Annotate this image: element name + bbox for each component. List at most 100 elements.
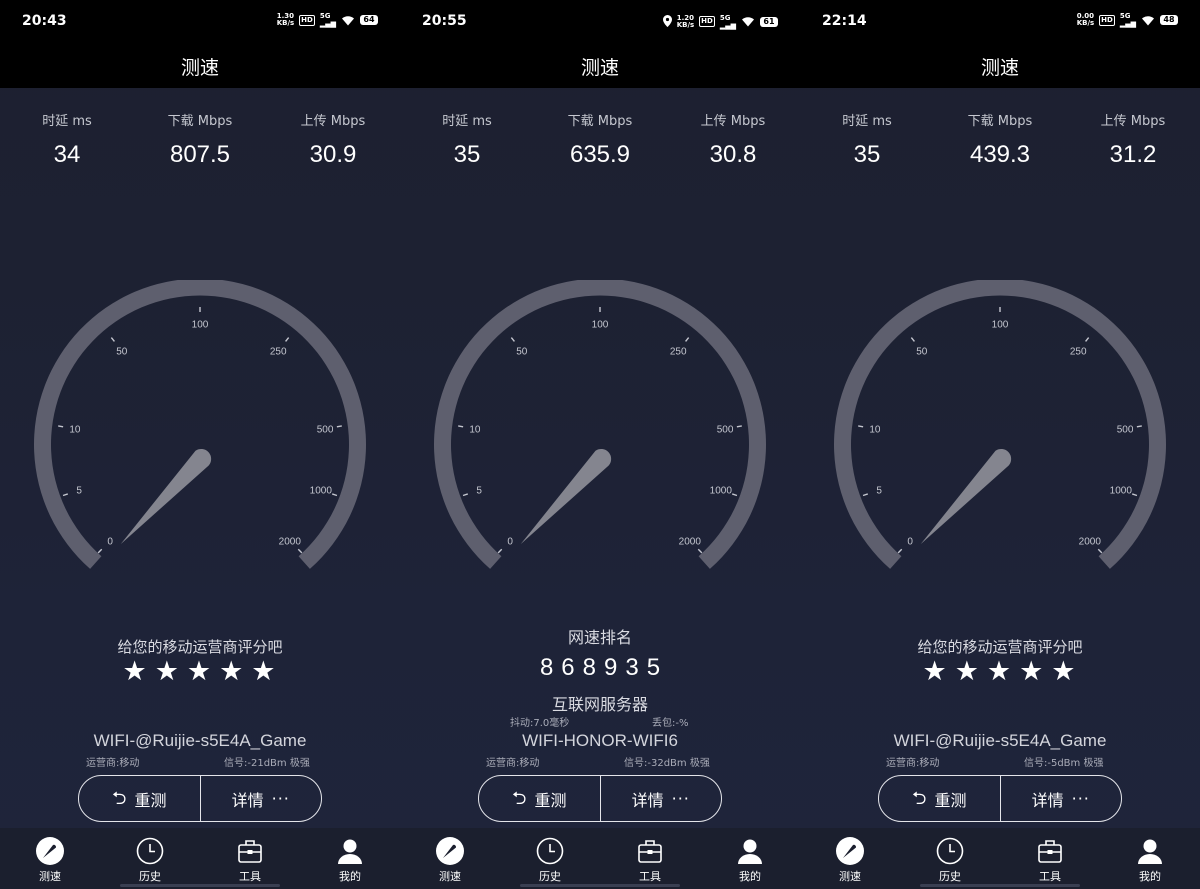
upload-metric: 上传 Mbps 30.8 — [666, 110, 800, 169]
retest-label: 重测 — [934, 790, 967, 810]
title-bar: 测速 — [400, 44, 800, 88]
gauge-tick-label: 500 — [317, 424, 334, 435]
nav-item-tools[interactable]: 工具 — [1000, 828, 1100, 889]
nav-label-history: 历史 — [539, 870, 561, 883]
5g-signal-icon: 5G ▂▄▆ — [1119, 12, 1136, 28]
details-button[interactable]: 详情 ··· — [199, 776, 322, 821]
download-metric: 下载 Mbps 439.3 — [933, 110, 1067, 169]
page-title: 测速 — [180, 57, 219, 79]
nav-label-speedtest: 测速 — [39, 870, 61, 883]
gauge-tick-label: 250 — [670, 346, 687, 357]
speedometer-icon — [36, 837, 64, 865]
gauge-tick-label: 10 — [469, 424, 481, 435]
gauge-tick — [685, 337, 690, 342]
star-rating[interactable]: ★★★★★ — [0, 656, 400, 687]
gauge-tick-label: 500 — [717, 424, 734, 435]
latency-label: 时延 ms — [42, 114, 92, 129]
gauge-tick-label: 2000 — [279, 536, 302, 547]
nav-item-speedtest[interactable]: 测速 — [0, 828, 100, 889]
5g-signal-icon: 5G ▂▄▆ — [719, 13, 736, 30]
gauge-tick-label: 10 — [869, 424, 881, 435]
nav-label-me: 我的 — [339, 870, 361, 883]
wifi-name: WIFI-@Ruijie-s5E4A_Game — [893, 731, 1107, 750]
latency-metric: 时延 ms 35 — [800, 110, 934, 169]
star-rating[interactable]: ★★★★★ — [800, 656, 1200, 687]
action-buttons: ⮌ 重测 详情 ··· — [478, 775, 722, 822]
gauge-tick — [285, 337, 290, 342]
gauge-tick — [458, 425, 464, 428]
gauge-tick-label: 500 — [1117, 424, 1134, 435]
gauge-tick-label: 0 — [907, 536, 913, 547]
upload-value: 30.9 — [309, 141, 357, 168]
download-label: 下载 Mbps — [567, 114, 633, 129]
download-label: 下载 Mbps — [967, 114, 1033, 129]
title-bar: 测速 — [800, 44, 1200, 88]
download-value: 807.5 — [169, 141, 231, 168]
nav-item-tools[interactable]: 工具 — [200, 828, 300, 889]
retest-label: 重测 — [134, 790, 167, 810]
undo-icon: ⮌ — [512, 787, 527, 809]
home-indicator — [520, 884, 680, 887]
gauge-tick-label: 5 — [76, 486, 82, 497]
nav-label-tools: 工具 — [639, 870, 661, 883]
gauge-tick-label: 50 — [916, 346, 928, 357]
bottom-nav: 测速 历史 工具 我的 — [800, 828, 1200, 889]
action-buttons: ⮌ 重测 详情 ··· — [878, 775, 1122, 822]
download-value: 635.9 — [569, 141, 631, 168]
page-title: 测速 — [580, 57, 619, 79]
nav-item-history[interactable]: 历史 — [500, 828, 600, 889]
hd-icon: HD — [299, 14, 315, 26]
rating-prompt: 给您的移动运营商评分吧 — [917, 638, 1083, 656]
retest-button[interactable]: ⮌ 重测 — [79, 776, 200, 821]
battery-icon: 61 — [760, 16, 778, 27]
latency-metric: 时延 ms 35 — [400, 110, 534, 169]
gauge-tick-labels: 0 5 10 50 100 250 500 1000 2000 — [469, 320, 733, 548]
nav-item-me[interactable]: 我的 — [300, 828, 400, 889]
download-metric: 下载 Mbps 635.9 — [533, 110, 667, 169]
retest-button[interactable]: ⮌ 重测 — [879, 776, 1000, 821]
undo-icon: ⮌ — [112, 787, 127, 809]
hd-icon: HD — [1099, 14, 1115, 26]
latency-label: 时延 ms — [842, 114, 892, 129]
nav-label-history: 历史 — [939, 870, 961, 883]
nav-item-tools[interactable]: 工具 — [600, 828, 700, 889]
latency-value: 34 — [53, 141, 81, 168]
home-indicator — [120, 884, 280, 887]
gauge-tick — [731, 493, 738, 497]
status-time: 22:14 — [822, 13, 867, 29]
gauge-tick — [1136, 425, 1142, 428]
status-bar: 22:14 0.00 KB/s HD 5G ▂▄▆ 48 — [800, 0, 1200, 44]
gauge-tick-label: 100 — [592, 320, 609, 331]
nav-label-speedtest: 测速 — [839, 870, 861, 883]
gauge-tick — [110, 337, 115, 342]
5g-signal-icon: 5G ▂▄▆ — [319, 12, 336, 28]
nav-item-me[interactable]: 我的 — [700, 828, 800, 889]
gauge-tick — [1085, 337, 1090, 342]
gauge-tick — [62, 493, 69, 497]
nav-item-me[interactable]: 我的 — [1100, 828, 1200, 889]
nav-item-speedtest[interactable]: 测速 — [400, 828, 500, 889]
screenshot-collage: 20:43 1.30 KB/s HD 5G ▂▄▆ 64 测速 时延 ms 34… — [0, 0, 1200, 889]
gauge-tick — [1131, 493, 1138, 497]
latency-value: 35 — [853, 141, 881, 168]
gauge-tick — [862, 493, 869, 497]
wifi-name: WIFI-HONOR-WIFI6 — [522, 731, 678, 750]
speedometer-icon — [436, 837, 464, 865]
retest-button[interactable]: ⮌ 重测 — [479, 776, 600, 821]
details-button[interactable]: 详情 ··· — [999, 776, 1122, 821]
network-speed-indicator: 1.30 KB/s — [276, 12, 295, 27]
rank-title: 网速排名 — [567, 628, 632, 647]
gauge-tick — [697, 548, 703, 554]
gauge-tick-marks — [858, 307, 1142, 554]
nav-item-history[interactable]: 历史 — [900, 828, 1000, 889]
user-icon — [738, 839, 762, 864]
gauge-tick — [736, 425, 742, 428]
upload-label: 上传 Mbps — [300, 114, 366, 129]
nav-item-speedtest[interactable]: 测速 — [800, 828, 900, 889]
nav-item-history[interactable]: 历史 — [100, 828, 200, 889]
gauge-tick-marks — [58, 307, 342, 554]
server-name: 互联网服务器 — [551, 695, 648, 714]
details-button[interactable]: 详情 ··· — [599, 776, 722, 821]
clock-icon — [136, 837, 164, 865]
rank-value: 868935 — [539, 654, 669, 681]
